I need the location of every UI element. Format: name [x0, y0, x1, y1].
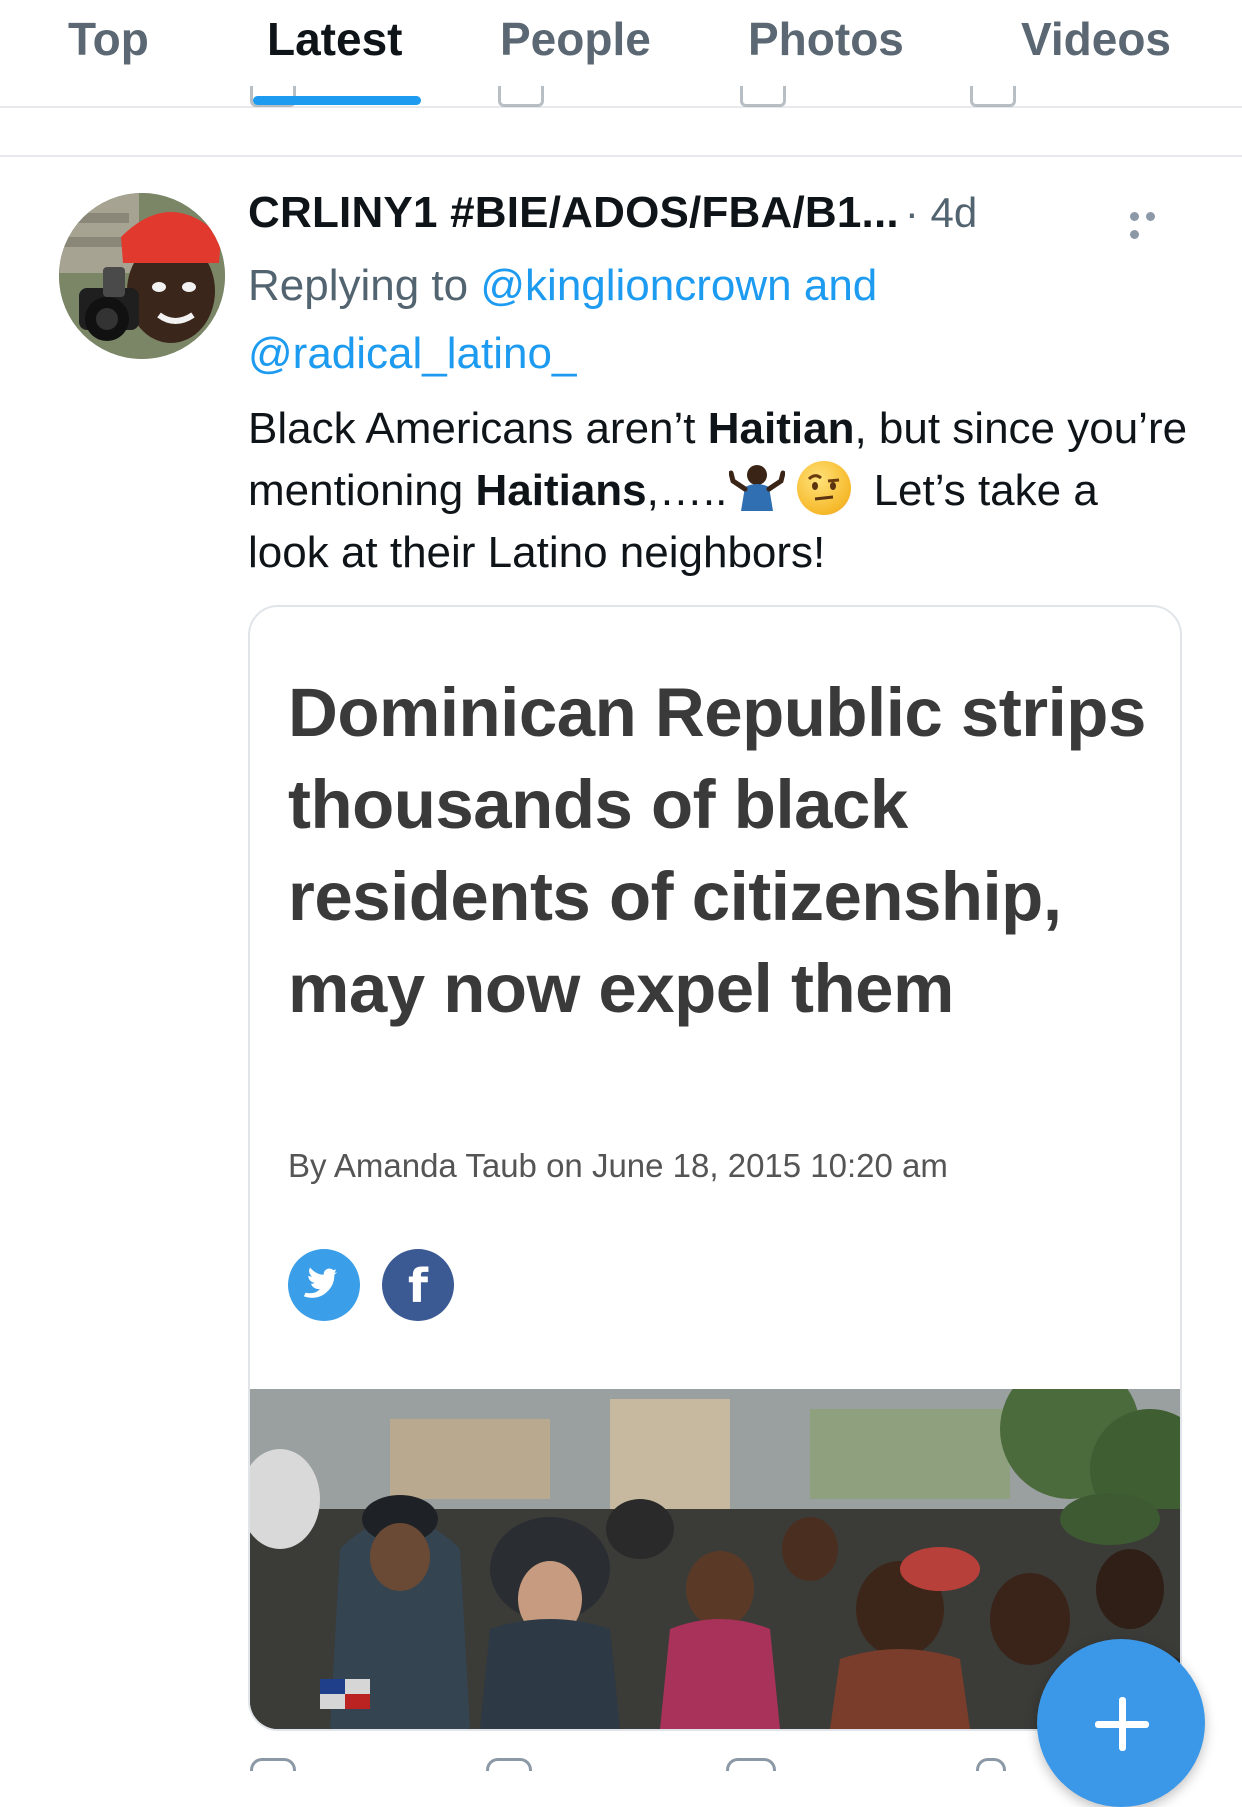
- tweet-timestamp[interactable]: · 4d: [905, 189, 977, 236]
- tweet-text-bold: Haitian: [707, 404, 855, 453]
- facebook-share-icon[interactable]: f: [382, 1249, 454, 1321]
- tab-photos[interactable]: Photos: [748, 12, 904, 66]
- avatar-photo: [59, 193, 225, 359]
- mention-kinglioncrown[interactable]: @kinglioncrown: [480, 261, 791, 310]
- article-image-card[interactable]: Dominican Republic strips thousands of b…: [248, 605, 1182, 1731]
- tweet-text-part: Black Americans aren’t: [248, 404, 708, 453]
- tab-latest[interactable]: Latest: [267, 12, 402, 66]
- replying-to-label: Replying to: [248, 261, 469, 310]
- feed-divider: [0, 155, 1242, 157]
- mention-radical-latino[interactable]: @radical_latino_: [248, 329, 576, 378]
- article-photo: [250, 1389, 1180, 1729]
- display-name[interactable]: CRLINY1 #BIE/ADOS/FBA/B1...: [248, 188, 899, 237]
- active-tab-indicator: [253, 96, 421, 105]
- retweet-icon[interactable]: [486, 1758, 532, 1771]
- like-icon[interactable]: [726, 1758, 776, 1771]
- tweet-text-part: ,…..: [646, 466, 728, 515]
- face-with-raised-eyebrow-emoji: [797, 461, 852, 515]
- previous-tweet-actions: [0, 86, 1242, 112]
- twitter-share-icon[interactable]: [288, 1249, 360, 1321]
- compose-plus-icon[interactable]: [1037, 1639, 1205, 1807]
- mention-and[interactable]: and: [804, 261, 877, 310]
- tab-people[interactable]: People: [500, 12, 651, 66]
- tweet-text-bold: Haitians: [475, 466, 647, 515]
- person-shrugging-emoji: [728, 463, 786, 511]
- share-icon[interactable]: [976, 1758, 1006, 1771]
- replying-to-line: Replying to @kinglioncrown and @radical_…: [248, 252, 1148, 388]
- more-icon[interactable]: [1130, 208, 1176, 239]
- search-tab-bar: Top Latest People Photos Videos: [0, 0, 1242, 108]
- tweet-action-row: [248, 1752, 1048, 1771]
- tweet-header: CRLINY1 #BIE/ADOS/FBA/B1... · 4d: [248, 188, 977, 244]
- tab-top[interactable]: Top: [68, 12, 149, 66]
- tab-videos[interactable]: Videos: [1021, 12, 1171, 66]
- article-byline: By Amanda Taub on June 18, 2015 10:20 am: [288, 1147, 948, 1184]
- reply-icon[interactable]: [250, 1758, 296, 1771]
- tweet-text: Black Americans aren’t Haitian, but sinc…: [248, 398, 1188, 584]
- avatar[interactable]: [59, 193, 225, 359]
- article-headline: Dominican Republic strips thousands of b…: [288, 674, 1146, 1027]
